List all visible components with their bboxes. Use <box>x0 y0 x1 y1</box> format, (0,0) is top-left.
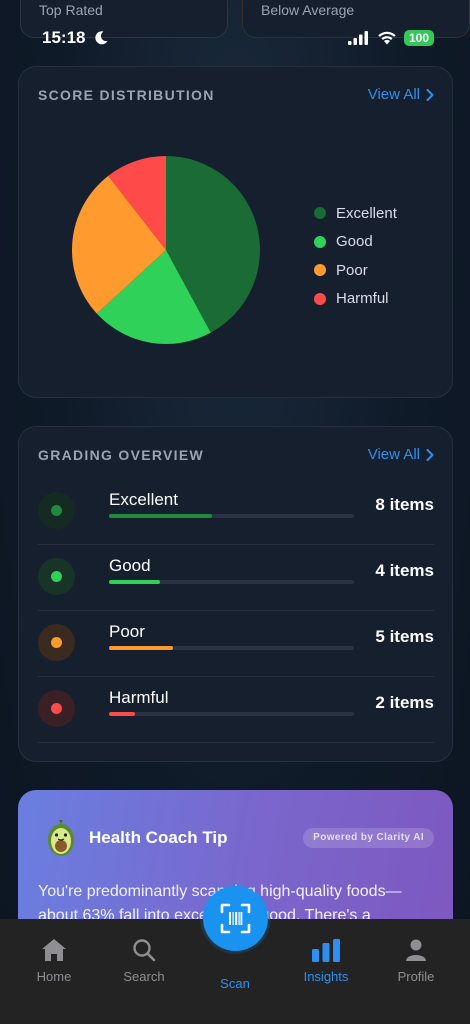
grade-indicator <box>38 558 75 595</box>
signal-icon <box>348 31 368 45</box>
powered-by-badge: Powered by Clarity AI <box>303 828 434 848</box>
grade-progress-fill <box>109 646 173 650</box>
grade-label: Poor <box>109 622 145 641</box>
chevron-right-icon <box>426 88 434 101</box>
grade-row-excellent[interactable]: Excellent 8 items <box>38 479 434 545</box>
grade-progress-track <box>109 646 354 650</box>
legend-item-poor: Poor <box>314 256 397 285</box>
grade-row-good[interactable]: Good 4 items <box>38 545 434 611</box>
pie-legend: Excellent Good Poor Harmful <box>314 199 397 313</box>
coach-title: Health Coach Tip <box>89 828 228 847</box>
grade-progress-track <box>109 514 354 518</box>
score-pie-chart <box>72 156 260 344</box>
tab-profile[interactable]: Profile <box>376 937 456 984</box>
home-icon <box>42 939 66 961</box>
view-all-label: View All <box>367 446 420 463</box>
legend-dot <box>314 235 326 248</box>
grade-label: Excellent <box>109 490 178 509</box>
grade-dot <box>51 505 62 516</box>
scan-button[interactable] <box>203 886 268 951</box>
grade-progress-track <box>109 712 354 716</box>
wifi-icon <box>378 31 396 45</box>
legend-item-excellent: Excellent <box>314 199 397 228</box>
battery-level: 100 <box>408 31 430 45</box>
grade-count: 5 items <box>375 627 434 646</box>
moon-icon <box>95 31 108 45</box>
legend-dot <box>314 264 326 277</box>
grade-progress-track <box>109 580 354 584</box>
legend-dot <box>314 207 326 220</box>
legend-label: Good <box>336 233 373 251</box>
status-bar: 15:18 100 <box>0 28 470 50</box>
grade-progress-fill <box>109 514 212 518</box>
grade-label: Harmful <box>109 688 169 707</box>
grade-progress-fill <box>109 712 135 716</box>
score-distribution-card: SCORE DISTRIBUTION View All Excellent Goo… <box>18 66 453 398</box>
grade-indicator <box>38 624 75 661</box>
grade-dot <box>51 637 62 648</box>
tab-scan-label[interactable]: Scan <box>205 976 265 991</box>
grade-label: Good <box>109 556 151 575</box>
grade-indicator <box>38 690 75 727</box>
legend-item-harmful: Harmful <box>314 285 397 314</box>
grade-count: 8 items <box>375 495 434 514</box>
grade-indicator <box>38 492 75 529</box>
view-all-label: View All <box>367 86 420 103</box>
tab-home-label: Home <box>36 969 72 984</box>
grade-count: 4 items <box>375 561 434 580</box>
legend-dot <box>314 292 326 305</box>
tab-search[interactable]: Search <box>104 937 184 984</box>
score-distribution-view-all[interactable]: View All <box>368 86 434 103</box>
legend-label: Poor <box>336 261 368 279</box>
top-rated-label: Top Rated <box>39 2 103 18</box>
grading-overview-title: GRADING OVERVIEW <box>38 447 205 463</box>
grade-row-harmful[interactable]: Harmful 2 items <box>38 677 434 743</box>
legend-label: Excellent <box>336 204 397 222</box>
grade-dot <box>51 703 62 714</box>
below-average-label: Below Average <box>261 2 355 18</box>
score-distribution-title: SCORE DISTRIBUTION <box>38 87 215 103</box>
grading-overview-card: GRADING OVERVIEW View All Excellent 8 ite… <box>18 426 453 762</box>
grade-dot <box>51 571 62 582</box>
tab-home[interactable]: Home <box>14 937 94 984</box>
grade-progress-fill <box>109 580 161 584</box>
barcode-scan-icon <box>220 903 251 934</box>
status-time: 15:18 <box>42 28 86 47</box>
search-icon <box>133 939 156 962</box>
legend-label: Harmful <box>336 290 389 308</box>
tab-search-label: Search <box>123 969 165 984</box>
person-icon <box>406 939 426 961</box>
tab-insights-label: Insights <box>303 969 349 984</box>
battery-indicator: 100 <box>404 30 434 46</box>
bar-chart-icon <box>312 939 340 962</box>
legend-item-good: Good <box>314 228 397 257</box>
avocado-icon <box>48 820 74 856</box>
tab-insights[interactable]: Insights <box>286 937 366 984</box>
chevron-right-icon <box>426 448 434 461</box>
grading-overview-view-all[interactable]: View All <box>368 446 434 463</box>
tab-profile-label: Profile <box>397 969 435 984</box>
grade-count: 2 items <box>375 693 434 712</box>
grade-row-poor[interactable]: Poor 5 items <box>38 611 434 677</box>
